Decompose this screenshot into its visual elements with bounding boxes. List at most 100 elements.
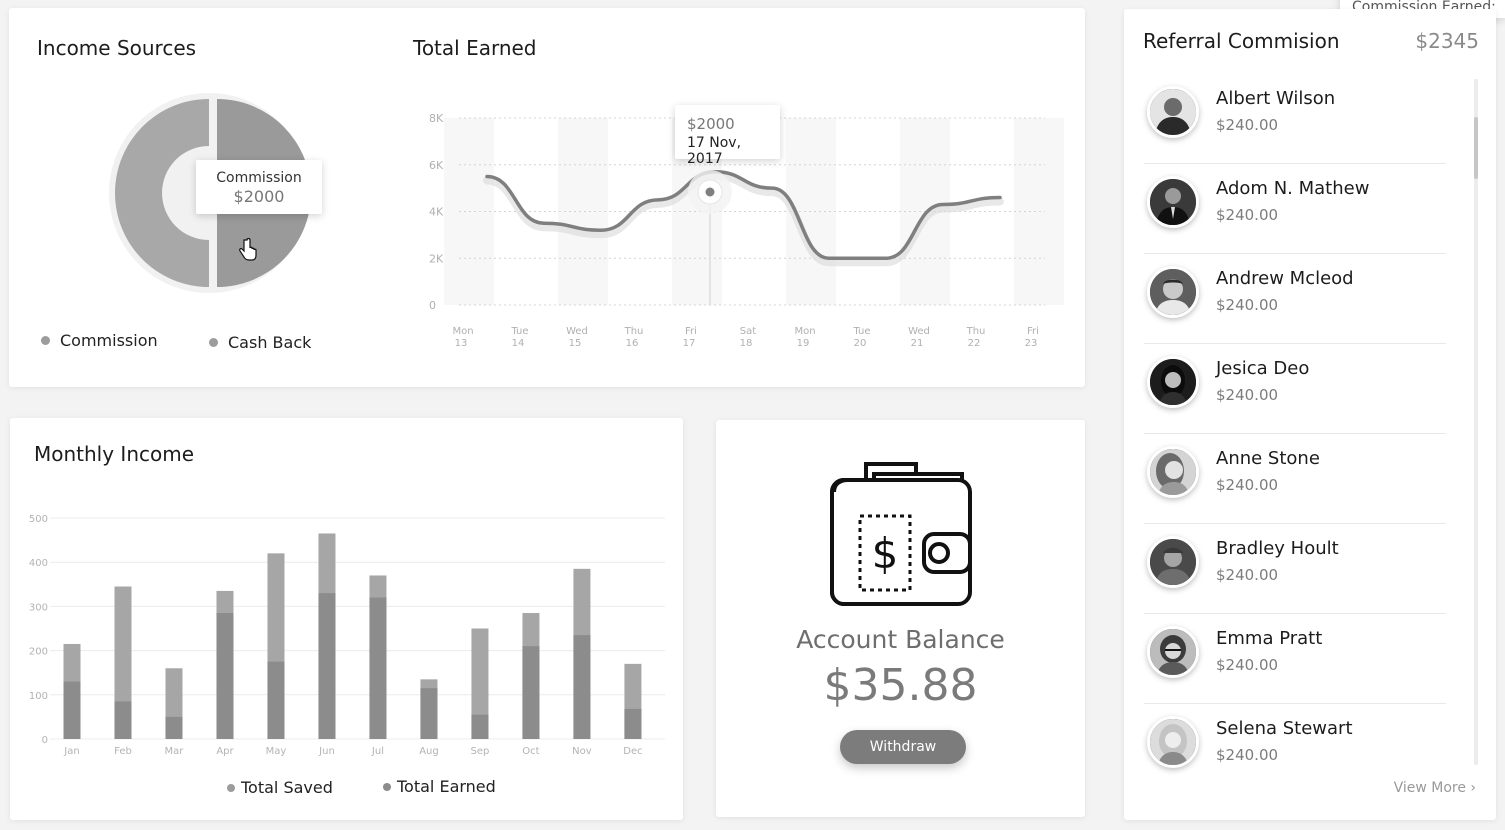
bar-total-saved[interactable] [471,714,489,739]
x-tick-label: 20 [854,338,867,349]
person-icon [1150,359,1196,405]
referral-amount: $240.00 [1216,656,1279,674]
x-tick-label: Nov [572,746,592,757]
y-tick-label: 300 [29,602,48,613]
y-tick-label: 500 [29,514,48,525]
referral-commission-title: Referral Commision [1143,29,1340,53]
x-tick-label: 15 [569,338,582,349]
avatar[interactable] [1147,536,1199,588]
y-tick-label: 4K [429,206,444,219]
referral-name: Jesica Deo [1216,358,1310,379]
person-icon [1150,179,1196,225]
hover-point[interactable] [705,187,715,197]
legend-total-saved-label: Total Saved [241,778,333,797]
legend-total-earned: Total Earned [383,777,496,796]
commission-tooltip: Commission $2000 [196,160,322,214]
referral-list: Albert Wilson $240.00 Adom N. Mathew $24… [1144,74,1446,794]
avatar[interactable] [1147,356,1199,408]
x-tick-label: 18 [740,338,753,349]
bar-total-saved[interactable] [624,708,642,739]
x-tick-label: 23 [1025,338,1038,349]
x-tick-label: Mon [452,326,473,337]
x-tick-label: Feb [114,746,132,757]
referral-name: Anne Stone [1216,448,1320,469]
avatar[interactable] [1147,86,1199,138]
list-item[interactable]: Adom N. Mathew $240.00 [1144,164,1446,254]
y-tick-label: 8K [429,112,444,125]
x-tick-label: Jul [371,746,384,757]
x-tick-label: Sat [740,326,756,337]
avatar[interactable] [1147,446,1199,498]
referral-amount: $240.00 [1216,116,1279,134]
x-tick-label: 19 [797,338,810,349]
avatar[interactable] [1147,176,1199,228]
referral-commission-card: Referral Commision $2345 Albert Wilson $… [1124,9,1496,820]
commission-tooltip-value: $2000 [233,187,285,206]
legend-cash-back-label: Cash Back [228,333,312,352]
x-tick-label: Tue [510,326,528,337]
legend-cash-back: Cash Back [209,333,311,352]
bar-total-saved[interactable] [114,701,132,739]
list-item[interactable]: Anne Stone $240.00 [1144,434,1446,524]
referral-amount: $240.00 [1216,566,1279,584]
referral-commission-total: $2345 [1415,29,1479,53]
bar-total-saved[interactable] [522,646,540,739]
y-tick-label: 100 [29,691,48,702]
avatar[interactable] [1147,716,1199,768]
y-tick-label: 6K [429,159,444,172]
y-tick-label: 2K [429,252,444,265]
legend-dot [227,783,235,792]
referral-scroll-thumb[interactable] [1474,117,1478,179]
x-tick-label: Jun [318,746,335,757]
y-tick-label: 400 [29,558,48,569]
x-tick-label: Fri [685,326,697,337]
referral-amount: $240.00 [1216,746,1279,764]
x-tick-label: Thu [624,326,644,337]
referral-name: Andrew Mcleod [1216,268,1354,289]
legend-dot [383,782,391,791]
y-tick-label: 0 [42,735,48,746]
bar-total-saved[interactable] [369,597,387,739]
referral-scrollbar[interactable] [1474,79,1478,765]
bar-total-saved[interactable] [63,681,81,739]
avatar[interactable] [1147,626,1199,678]
bar-total-saved[interactable] [420,688,438,739]
x-tick-label: Oct [522,746,539,757]
referral-amount: $240.00 [1216,476,1279,494]
hand-cursor-icon [239,238,257,261]
income-overview-card: Income Sources Commission $2000 Commissi… [9,8,1085,387]
list-item[interactable]: Emma Pratt $240.00 [1144,614,1446,704]
x-tick-label: Wed [908,326,930,337]
account-balance-amount: $35.88 [823,660,978,711]
person-icon [1150,89,1196,135]
list-item[interactable]: Bradley Hoult $240.00 [1144,524,1446,614]
legend-dot [41,336,50,345]
x-tick-label: 22 [968,338,981,349]
dollar-sign: $ [872,529,899,578]
x-tick-label: May [266,746,287,757]
bar-total-saved[interactable] [318,593,336,739]
x-tick-label: 13 [455,338,468,349]
person-icon [1150,719,1196,765]
x-tick-label: Apr [216,746,234,757]
monthly-income-card: Monthly Income 0 100 200 300 400 500 Jan Feb Mar… [10,418,683,820]
referral-amount: $240.00 [1216,206,1279,224]
list-item[interactable]: Andrew Mcleod $240.00 [1144,254,1446,344]
x-tick-label: Tue [852,326,870,337]
withdraw-button[interactable]: Withdraw [840,730,966,764]
legend-total-saved: Total Saved [227,778,333,797]
person-icon [1150,269,1196,315]
bar-total-saved[interactable] [165,716,183,739]
bar-total-saved[interactable] [267,661,285,739]
referral-name: Bradley Hoult [1216,538,1339,559]
x-tick-label: Wed [566,326,588,337]
bar-total-saved[interactable] [216,613,234,739]
list-item[interactable]: Albert Wilson $240.00 [1144,74,1446,164]
avatar[interactable] [1147,266,1199,318]
monthly-income-bar-chart[interactable]: 0 100 200 300 400 500 Jan Feb Mar Apr May Jun Jul Aug… [10,503,670,763]
x-tick-label: Dec [623,746,642,757]
list-item[interactable]: Jesica Deo $240.00 [1144,344,1446,434]
legend-total-earned-label: Total Earned [397,777,496,796]
view-more-link[interactable]: View More › [1394,780,1476,796]
bar-total-saved[interactable] [573,635,591,739]
